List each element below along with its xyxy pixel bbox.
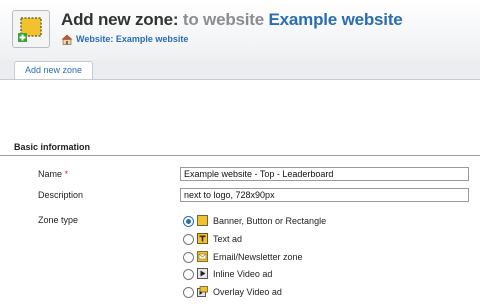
zone-type-label-text-ad: Text ad (213, 234, 243, 244)
overlay-video-icon (197, 286, 208, 297)
section-divider (0, 155, 480, 156)
zone-type-radio-text-ad[interactable] (183, 234, 194, 245)
zone-type-radio-email[interactable] (183, 252, 194, 263)
zone-type-radio-overlay-video[interactable] (183, 287, 194, 298)
video-icon (197, 268, 208, 279)
zone-type-radio-inline-video[interactable] (183, 269, 194, 280)
page-title-context: to website (182, 10, 264, 29)
zone-type-label-email: Email/Newsletter zone (213, 252, 303, 262)
house-icon (61, 34, 73, 45)
banner-icon (197, 215, 208, 226)
zone-icon (12, 10, 50, 48)
zone-type-label-banner: Banner, Button or Rectangle (213, 216, 327, 226)
email-icon (197, 251, 208, 262)
text-ad-icon (197, 233, 208, 244)
name-label: Name * (38, 169, 68, 179)
page-header: Add new zone: to website Example website… (0, 0, 480, 60)
zone-type-radio-banner[interactable] (183, 216, 194, 227)
section-title-basic-information: Basic information (14, 142, 91, 152)
zone-type-label-inline-video: Inline Video ad (213, 269, 273, 279)
page-title-main: Add new zone: (61, 10, 179, 29)
breadcrumb-website-link[interactable]: Website: Example website (76, 34, 188, 44)
website-title-link[interactable]: Example website (269, 10, 403, 29)
breadcrumb[interactable]: Website: Example website (61, 34, 188, 48)
name-label-text: Name (38, 169, 63, 179)
description-label: Description (38, 190, 84, 200)
tab-add-new-zone[interactable]: Add new zone (14, 61, 94, 79)
name-input[interactable] (180, 167, 469, 181)
zone-type-label-overlay-video: Overlay Video ad (213, 287, 282, 297)
required-mark: * (64, 169, 69, 179)
zone-type-label: Zone type (38, 215, 79, 225)
description-input[interactable] (180, 188, 469, 202)
tab-bar: Add new zone (0, 60, 480, 80)
page-title: Add new zone: to website Example website (61, 10, 403, 30)
